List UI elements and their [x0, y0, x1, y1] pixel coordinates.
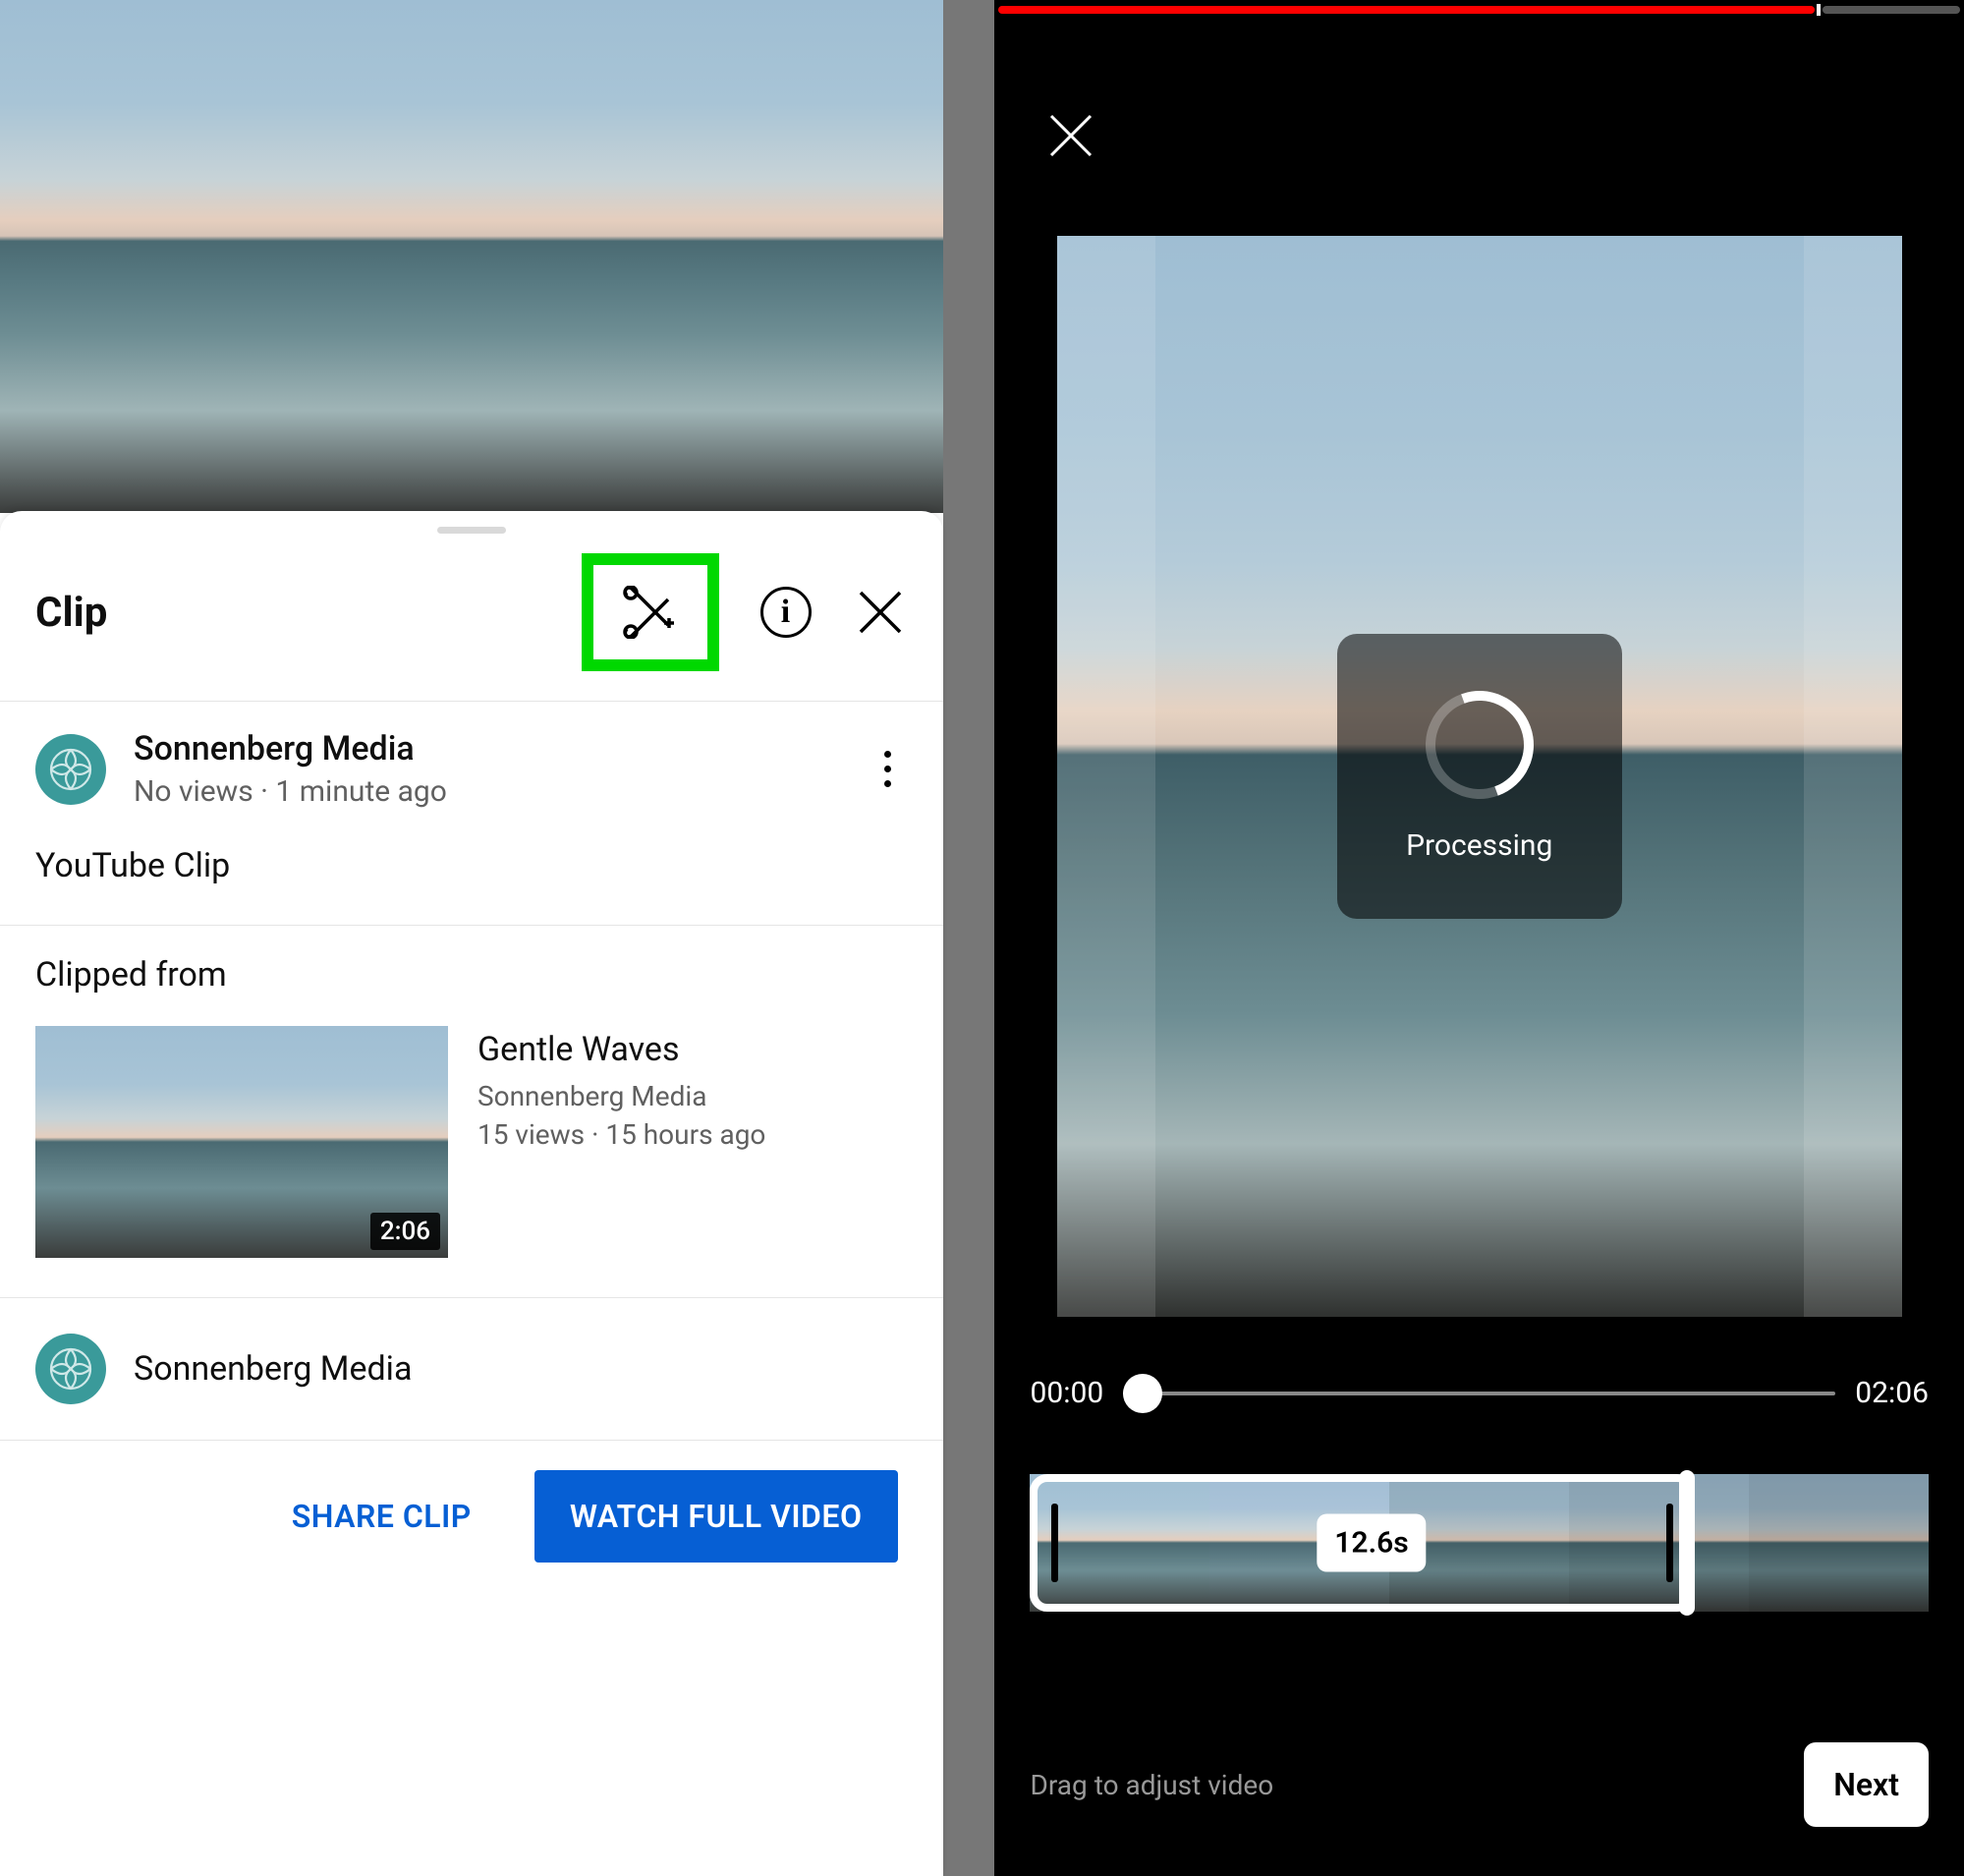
clipped-from-label: Clipped from: [0, 926, 943, 1014]
source-thumbnail: 2:06: [35, 1026, 448, 1258]
info-icon[interactable]: i: [758, 585, 814, 640]
crop-mask-left: [1057, 236, 1155, 1317]
source-video-row[interactable]: 2:06 Gentle Waves Sonnenberg Media 15 vi…: [0, 1014, 943, 1297]
trim-handle-right[interactable]: [1679, 1470, 1695, 1616]
crop-mask-right: [1804, 236, 1902, 1317]
source-channel: Sonnenberg Media: [477, 1077, 765, 1115]
next-button[interactable]: Next: [1804, 1742, 1929, 1827]
create-clip-icon[interactable]: [582, 553, 719, 671]
youtube-clip-screen: Clip i: [0, 0, 943, 1876]
creator-name: Sonnenberg Media: [134, 1349, 412, 1389]
duration-badge: 2:06: [370, 1213, 440, 1250]
video-preview[interactable]: Processing: [1057, 236, 1902, 1317]
processing-label: Processing: [1406, 828, 1552, 863]
time-elapsed: 00:00: [1030, 1376, 1103, 1410]
processing-overlay: Processing: [1337, 634, 1622, 919]
video-player-preview[interactable]: [0, 0, 943, 513]
channel-name: Sonnenberg Media: [134, 729, 841, 768]
more-options-icon[interactable]: [869, 751, 908, 787]
clip-bottom-sheet: Clip i: [0, 511, 943, 1876]
source-title: Gentle Waves: [477, 1030, 765, 1069]
source-meta: 15 views · 15 hours ago: [477, 1115, 765, 1154]
clip-channel-row[interactable]: Sonnenberg Media No views · 1 minute ago: [0, 702, 943, 836]
shorts-editor-screen: Processing 00:00 02:06 12.6s: [994, 0, 1964, 1876]
selection-duration-chip: 12.6s: [1317, 1514, 1426, 1572]
share-clip-button[interactable]: SHARE CLIP: [268, 1478, 495, 1555]
close-icon[interactable]: [1043, 108, 1102, 167]
scrub-thumb[interactable]: [1123, 1374, 1162, 1413]
spinner-icon: [1408, 672, 1551, 816]
sheet-drag-handle[interactable]: [437, 527, 506, 534]
clip-description: YouTube Clip: [0, 836, 943, 925]
time-total: 02:06: [1855, 1376, 1929, 1410]
channel-meta: No views · 1 minute ago: [134, 774, 841, 809]
sheet-title: Clip: [35, 589, 582, 637]
channel-avatar: [35, 734, 106, 805]
trim-filmstrip[interactable]: 12.6s: [1030, 1474, 1929, 1612]
creator-avatar: [35, 1334, 106, 1404]
playback-scrubber[interactable]: 00:00 02:06: [1030, 1376, 1929, 1410]
creator-row[interactable]: Sonnenberg Media: [0, 1298, 943, 1440]
close-icon[interactable]: [853, 585, 908, 640]
watch-full-video-button[interactable]: WATCH FULL VIDEO: [534, 1470, 898, 1563]
scrub-track[interactable]: [1123, 1392, 1835, 1395]
upload-progress-bar: [994, 0, 1964, 14]
drag-hint: Drag to adjust video: [1030, 1769, 1273, 1801]
